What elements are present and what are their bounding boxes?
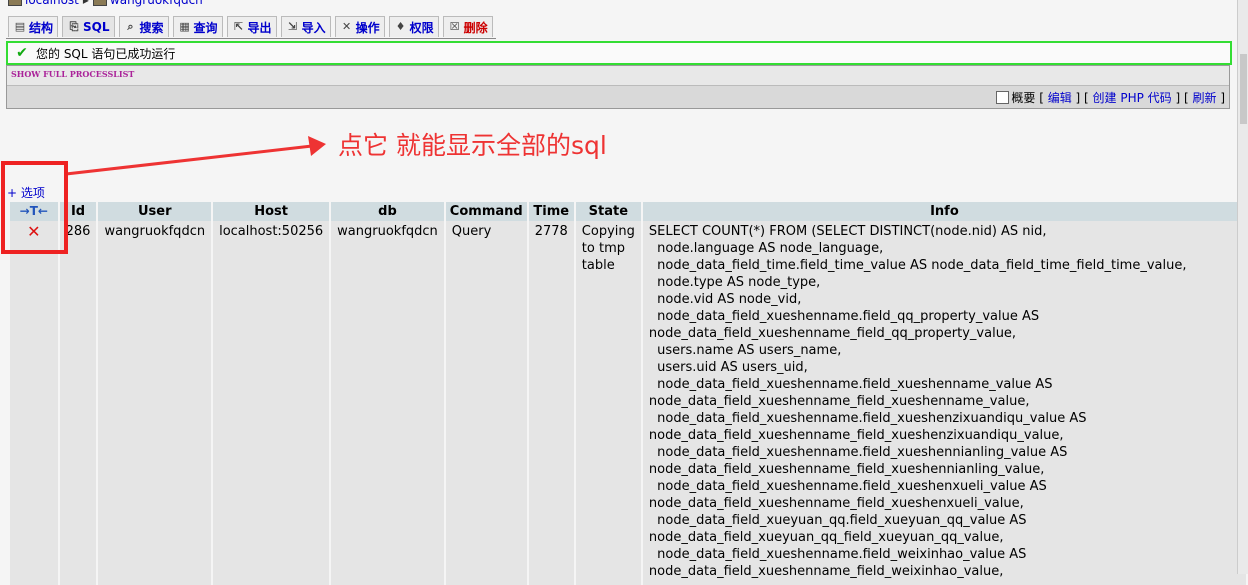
cell-id: 286: [59, 221, 97, 585]
info-line: node_data_field_xueyuan_qq_field_xueyuan…: [648, 530, 1004, 545]
tab-tools[interactable]: ✕ 操作: [334, 16, 385, 37]
kill-process-cell: ✕: [10, 221, 58, 585]
cell-command: Query: [445, 221, 527, 585]
col-header-command[interactable]: Command: [445, 202, 527, 221]
col-header-host[interactable]: Host: [213, 202, 330, 221]
info-line: node_data_field_xueshenname.field_xueshe…: [648, 479, 1047, 494]
tab-label: 操作: [355, 20, 380, 35]
cell-state: Copying to tmp table: [575, 221, 641, 585]
tab-label: 删除: [463, 20, 488, 35]
col-header-info[interactable]: Info: [642, 202, 1246, 221]
info-line: node_data_field_xueshenname_field_weixin…: [648, 564, 1004, 579]
sql-links: 概要 [ 编辑 ] [ 创建 PHP 代码 ] [ 刷新 ]: [996, 89, 1225, 106]
cell-time: 2778: [528, 221, 574, 585]
privileges-icon: ♦: [395, 20, 406, 33]
edit-link[interactable]: 编辑: [1048, 91, 1072, 105]
col-header-time[interactable]: Time: [528, 202, 574, 221]
tools-icon: ✕: [341, 20, 352, 33]
delete-icon: ☒: [449, 20, 460, 33]
vertical-scrollbar[interactable]: [1237, 0, 1248, 574]
tab-label: 权限: [409, 20, 434, 35]
table-row: ✕ 286 wangruokfqdcn localhost:50256 wang…: [10, 221, 1246, 585]
info-line: node_data_field_time.field_time_value AS…: [648, 258, 1187, 273]
scrollbar-thumb[interactable]: [1240, 54, 1247, 124]
info-line: users.uid AS users_uid,: [648, 360, 808, 375]
cell-db: wangruokfqdcn: [331, 221, 444, 585]
info-line: node_data_field_xueshenname.field_weixin…: [648, 547, 1027, 562]
cell-host: localhost:50256: [213, 221, 330, 585]
info-line: node_data_field_xueshenname_field_xueshe…: [648, 428, 1064, 443]
refresh-link[interactable]: 刷新: [1192, 91, 1216, 105]
info-line: node_data_field_xueshenname.field_qq_pro…: [648, 309, 1040, 324]
profile-checkbox[interactable]: [996, 91, 1010, 104]
results-table: →T← Id User Host db Command Time State I…: [8, 202, 1248, 585]
info-line: node_data_field_xueyuan_qq.field_xueyuan…: [648, 513, 1027, 528]
highlight-box: [1, 161, 68, 254]
annotation-text: 点它 就能显示全部的sql: [338, 131, 607, 160]
col-header-state[interactable]: State: [575, 202, 641, 221]
info-line: node_data_field_xueshenname_field_xueshe…: [648, 496, 1024, 511]
profile-label: 概要: [1011, 91, 1036, 105]
col-header-db[interactable]: db: [331, 202, 444, 221]
cell-info: SELECT COUNT(*) FROM (SELECT DISTINCT(no…: [642, 221, 1246, 585]
info-line: node.vid AS node_vid,: [648, 292, 802, 307]
cell-user: wangruokfqdcn: [98, 221, 212, 585]
info-line: node_data_field_xueshenname_field_qq_pro…: [648, 326, 1017, 341]
info-line: node.language AS node_language,: [648, 241, 884, 256]
info-line: node_data_field_xueshenname.field_xueshe…: [648, 377, 1053, 392]
tab-privileges[interactable]: ♦ 权限: [388, 16, 439, 37]
info-line: node.type AS node_type,: [648, 275, 821, 290]
info-line: users.name AS users_name,: [648, 343, 842, 358]
info-line: SELECT COUNT(*) FROM (SELECT DISTINCT(no…: [648, 224, 1047, 239]
col-header-user[interactable]: User: [98, 202, 212, 221]
create-php-link[interactable]: 创建 PHP 代码: [1093, 91, 1172, 105]
tab-delete[interactable]: ☒ 删除: [442, 16, 493, 37]
info-line: node_data_field_xueshenname.field_xueshe…: [648, 411, 1087, 426]
info-line: node_data_field_xueshenname.field_xueshe…: [648, 445, 1068, 460]
info-line: node_data_field_xueshenname_field_xueshe…: [648, 394, 1030, 409]
info-line: node_data_field_xueshenname_field_xueshe…: [648, 462, 1045, 477]
